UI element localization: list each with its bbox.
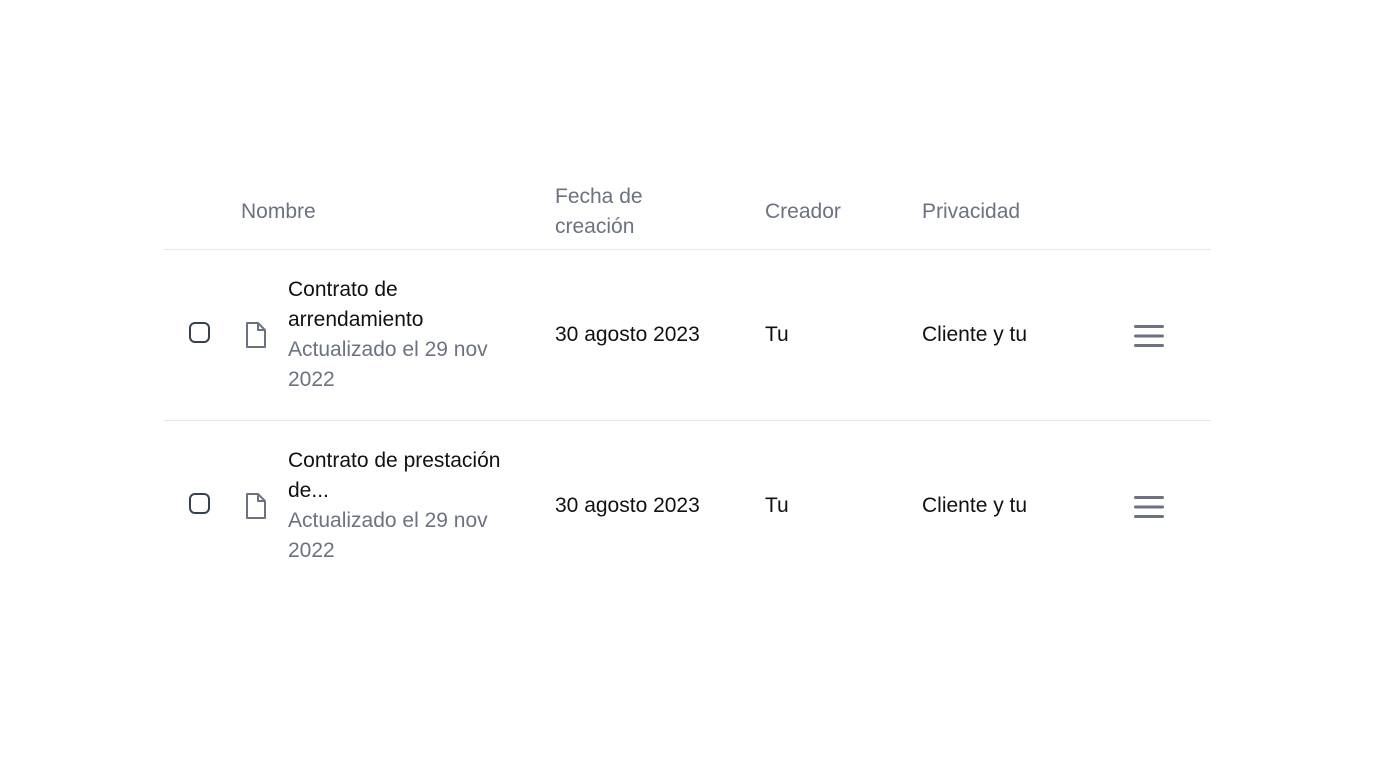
document-updated: Actualizado el 29 nov 2022 — [288, 338, 488, 391]
document-name-block: Contrato de arrendamiento Actualizado el… — [288, 275, 523, 395]
hamburger-menu-icon[interactable] — [1132, 494, 1166, 520]
file-icon — [246, 493, 266, 519]
column-header-privacy[interactable]: Privacidad — [922, 197, 1020, 227]
column-header-creator[interactable]: Creador — [765, 197, 841, 227]
document-title[interactable]: Contrato de prestación de... — [288, 446, 523, 506]
document-name-block: Contrato de prestación de... Actualizado… — [288, 446, 523, 566]
created-date: 30 agosto 2023 — [555, 323, 700, 346]
creator: Tu — [765, 323, 789, 346]
creator: Tu — [765, 494, 789, 517]
privacy: Cliente y tu — [922, 494, 1028, 517]
row-checkbox[interactable] — [189, 493, 210, 514]
privacy: Cliente y tu — [922, 323, 1028, 346]
file-icon — [246, 322, 266, 348]
table-row[interactable]: Contrato de prestación de... Actualizado… — [164, 421, 1211, 591]
row-checkbox[interactable] — [189, 322, 210, 343]
hamburger-menu-icon[interactable] — [1132, 323, 1166, 349]
table-row[interactable]: Contrato de arrendamiento Actualizado el… — [164, 250, 1211, 421]
document-title[interactable]: Contrato de arrendamiento — [288, 275, 523, 335]
table-header: Nombre Fecha de creación Creador Privaci… — [164, 180, 1211, 250]
document-updated: Actualizado el 29 nov 2022 — [288, 509, 488, 562]
column-header-name[interactable]: Nombre — [241, 197, 316, 227]
created-date: 30 agosto 2023 — [555, 494, 700, 517]
documents-table: Nombre Fecha de creación Creador Privaci… — [164, 180, 1211, 591]
column-header-created[interactable]: Fecha de creación — [555, 182, 685, 242]
